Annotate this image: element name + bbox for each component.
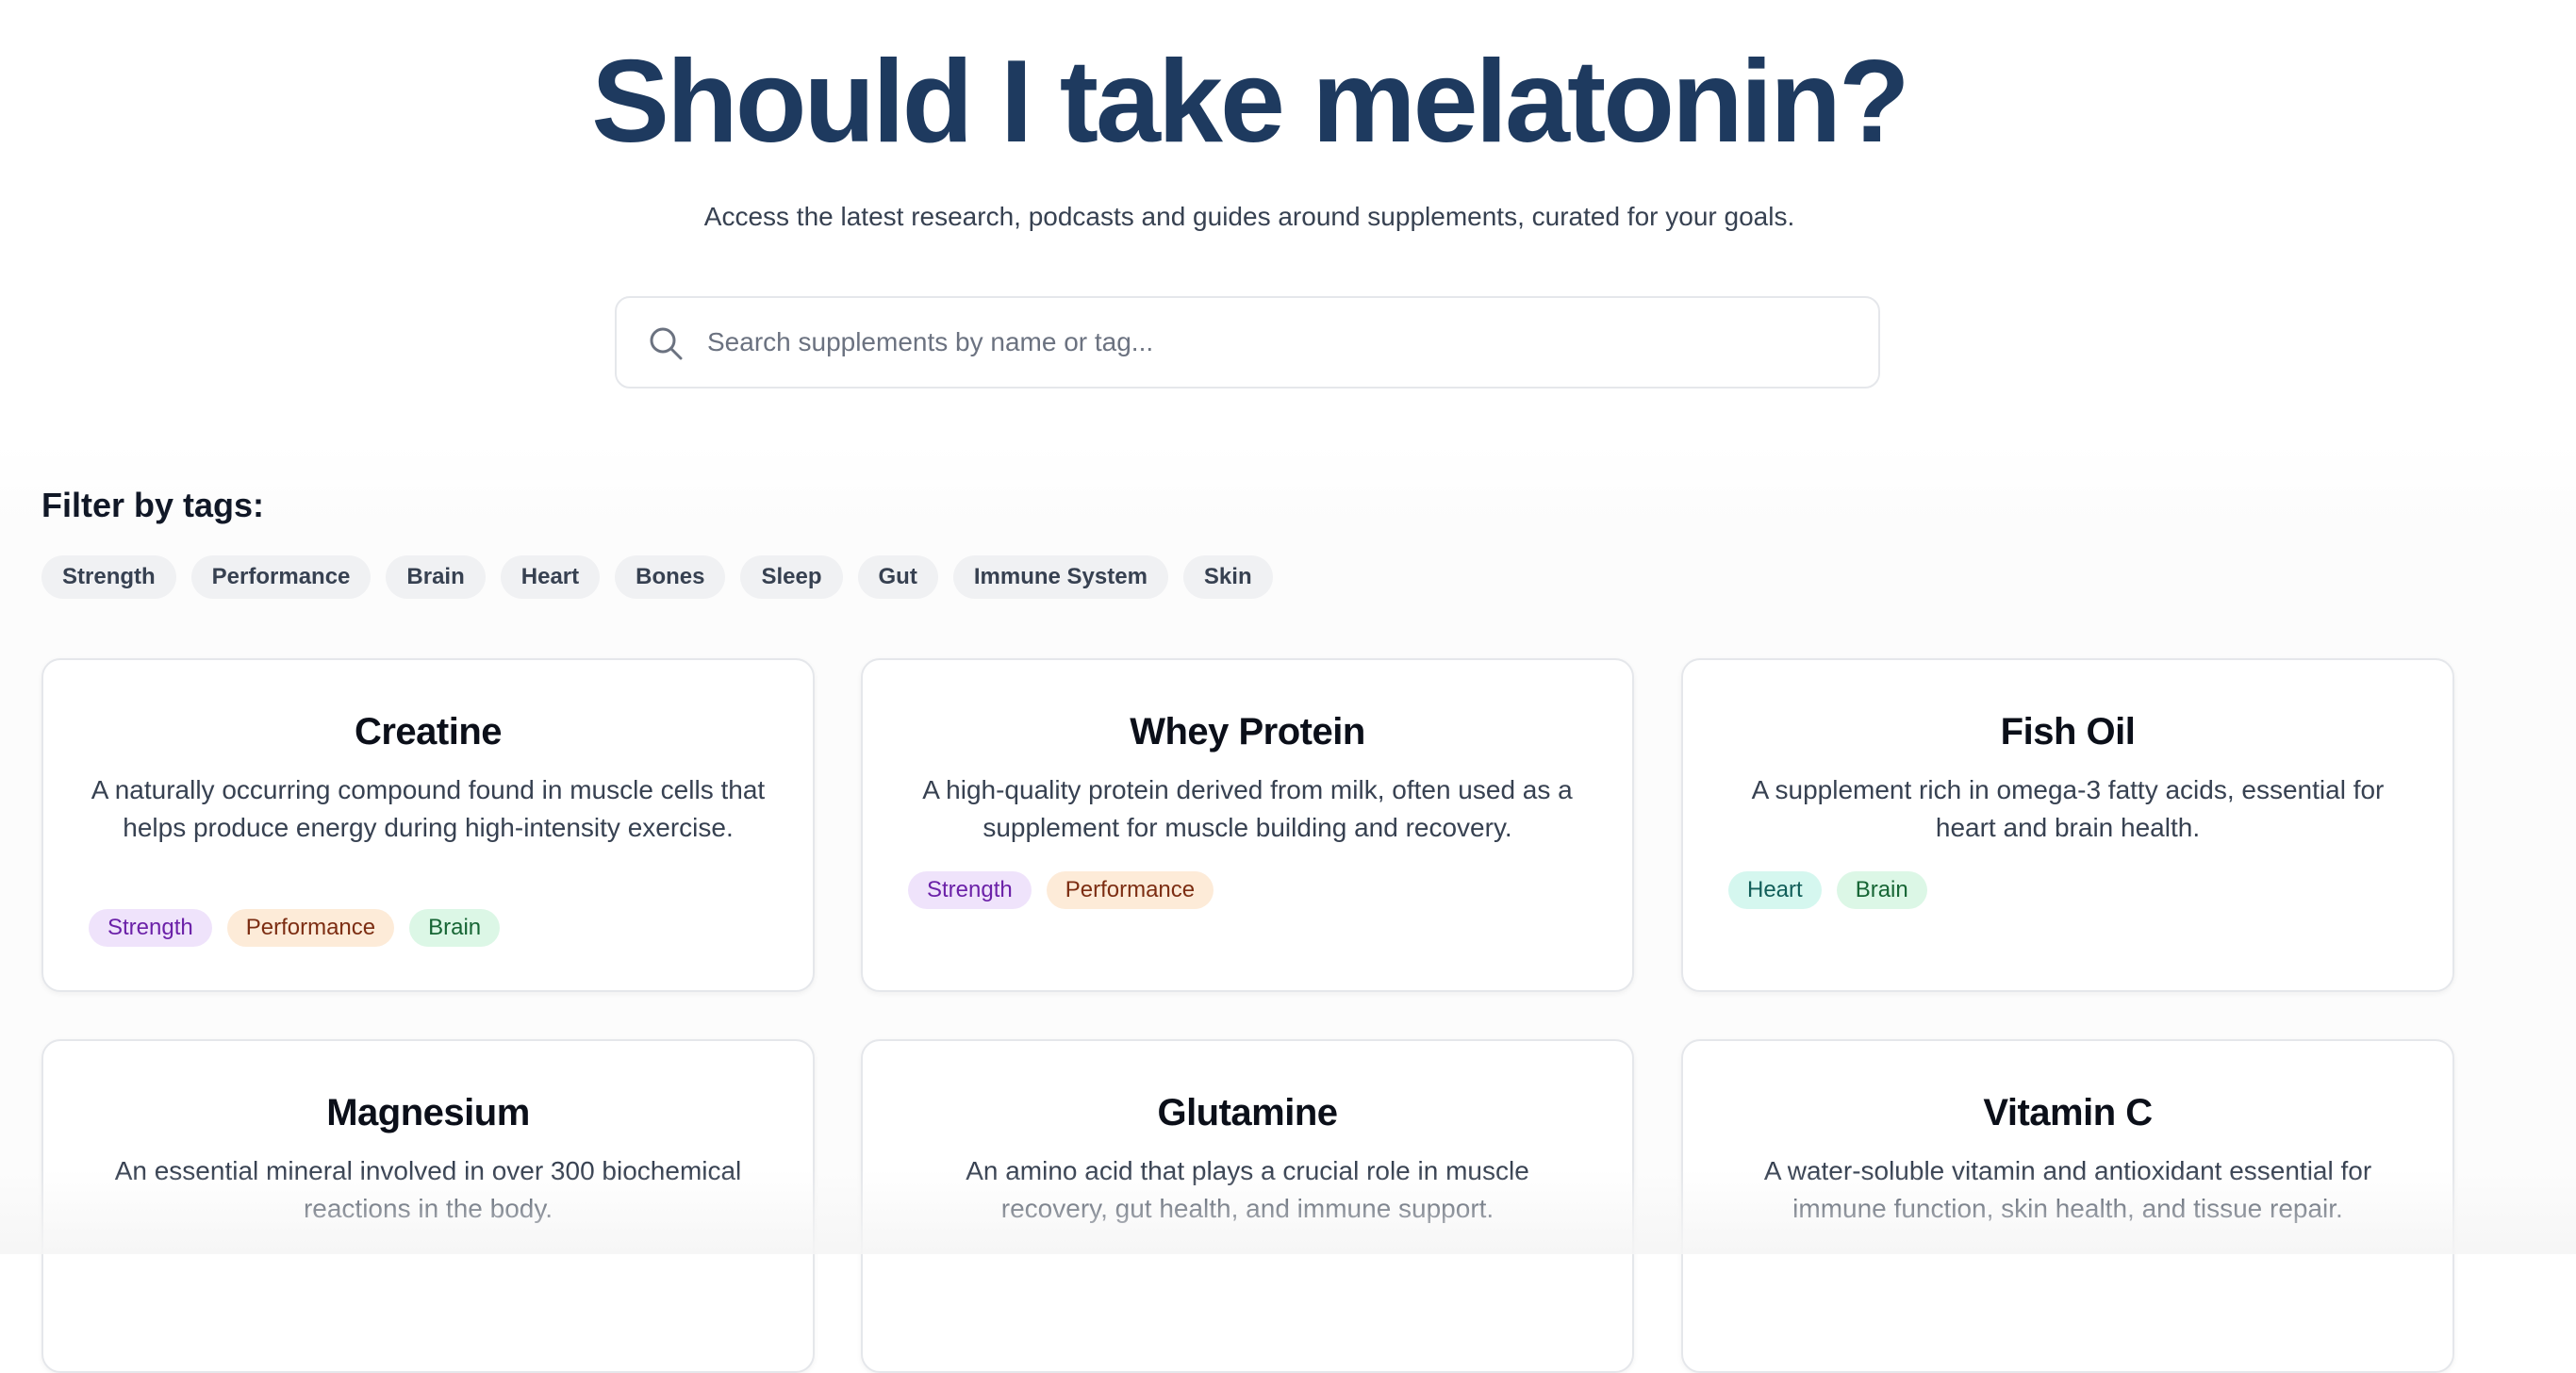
page-title: Should I take melatonin?	[591, 37, 1909, 167]
page: Should I take melatonin? Access the late…	[0, 0, 2576, 1373]
filter-tag-immune-system[interactable]: Immune System	[952, 555, 1168, 599]
card-tag-list: Strength Performance Brain	[89, 909, 501, 947]
card-tag-list: Strength Performance	[908, 871, 1214, 909]
search-icon	[649, 326, 685, 362]
card-tag-performance[interactable]: Performance	[226, 909, 395, 947]
card-tag-strength[interactable]: Strength	[89, 909, 212, 947]
search-input[interactable]	[707, 300, 1858, 385]
supplement-card-vitamin-c[interactable]: Vitamin C A water-soluble vitamin and an…	[1681, 1039, 2454, 1373]
filter-tag-heart[interactable]: Heart	[500, 555, 601, 599]
card-title: Magnesium	[326, 1092, 530, 1133]
card-description: A supplement rich in omega-3 fatty acids…	[1751, 775, 2385, 842]
filter-tag-bones[interactable]: Bones	[615, 555, 726, 599]
filter-tag-strength[interactable]: Strength	[41, 555, 176, 599]
supplement-card-creatine[interactable]: Creatine A naturally occurring compound …	[41, 658, 815, 992]
filter-tag-brain[interactable]: Brain	[386, 555, 486, 599]
filter-tag-skin[interactable]: Skin	[1182, 555, 1273, 599]
card-description: A naturally occurring compound found in …	[91, 775, 766, 842]
card-title: Glutamine	[1157, 1092, 1338, 1133]
card-tag-brain[interactable]: Brain	[1836, 871, 1927, 909]
card-tag-list: Heart Brain	[1728, 871, 1927, 909]
filter-heading: Filter by tags:	[41, 486, 265, 524]
filter-tag-list: Strength Performance Brain Heart Bones S…	[41, 555, 1273, 599]
card-title: Creatine	[354, 711, 503, 753]
supplement-card-fish-oil[interactable]: Fish Oil A supplement rich in omega-3 fa…	[1681, 658, 2454, 992]
card-tag-brain[interactable]: Brain	[409, 909, 501, 947]
filter-tag-gut[interactable]: Gut	[857, 555, 938, 599]
filter-tag-performance[interactable]: Performance	[190, 555, 372, 599]
search-box[interactable]	[615, 296, 1880, 389]
supplement-card-whey-protein[interactable]: Whey Protein A high-quality protein deri…	[861, 658, 1634, 992]
card-title: Vitamin C	[1983, 1092, 2153, 1133]
supplement-card-glutamine[interactable]: Glutamine An amino acid that plays a cru…	[861, 1039, 1634, 1373]
card-tag-strength[interactable]: Strength	[908, 871, 1032, 909]
card-title: Fish Oil	[2000, 711, 2136, 753]
supplement-card-magnesium[interactable]: Magnesium An essential mineral involved …	[41, 1039, 815, 1373]
card-description: An essential mineral involved in over 30…	[114, 1156, 742, 1223]
card-description: A high-quality protein derived from milk…	[922, 775, 1573, 842]
card-title: Whey Protein	[1130, 711, 1365, 753]
card-tag-performance[interactable]: Performance	[1046, 871, 1214, 909]
card-description: An amino acid that plays a crucial role …	[966, 1156, 1529, 1223]
filter-tag-sleep[interactable]: Sleep	[740, 555, 843, 599]
page-subtitle: Access the latest research, podcasts and…	[703, 202, 1795, 231]
card-description: A water-soluble vitamin and antioxidant …	[1763, 1156, 2372, 1223]
card-tag-heart[interactable]: Heart	[1728, 871, 1822, 909]
